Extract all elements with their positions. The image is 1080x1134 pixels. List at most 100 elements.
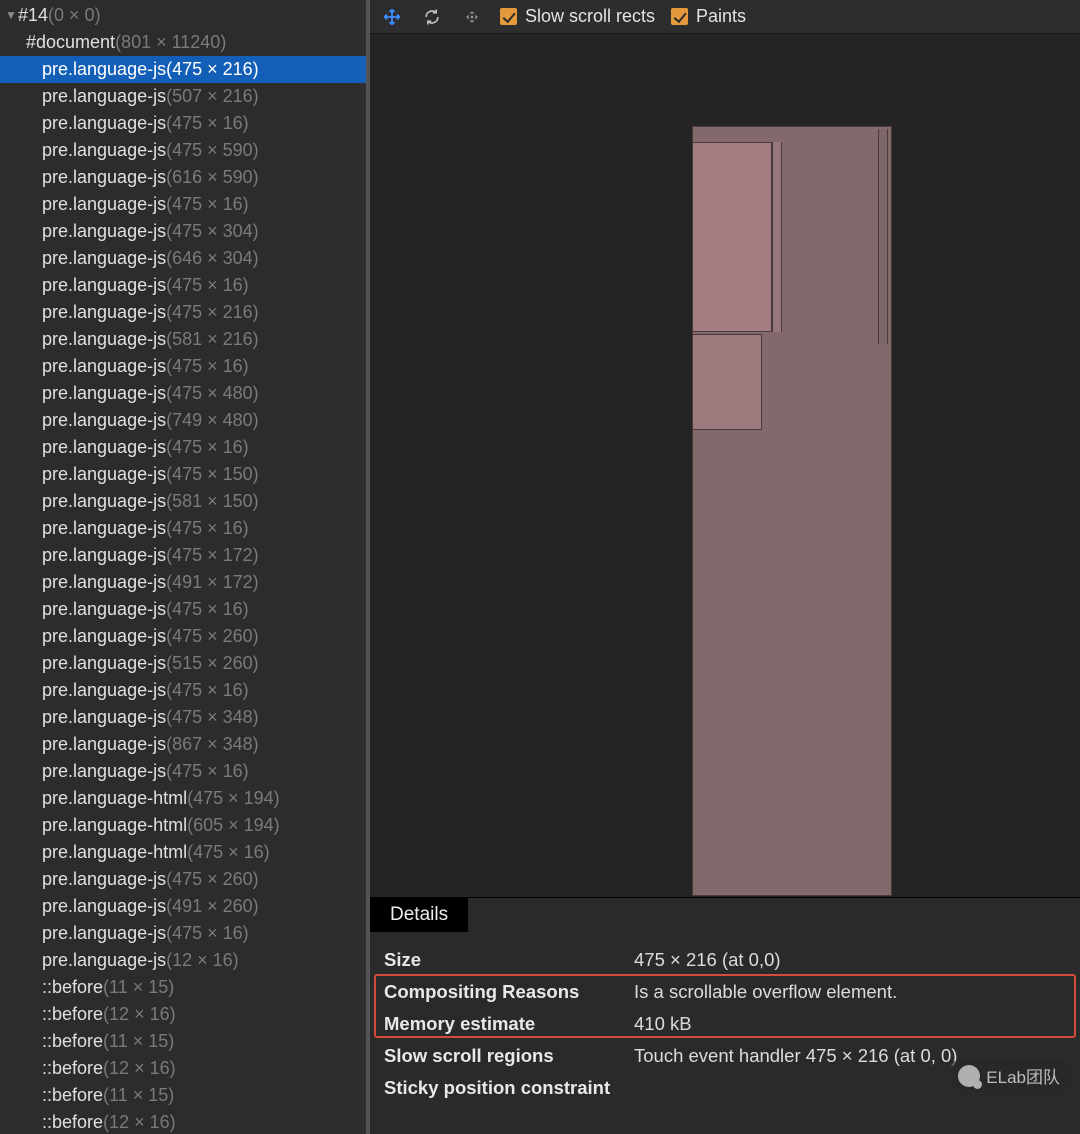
tree-row-dims: (581 × 150) — [166, 488, 259, 515]
layer-rect-sibling[interactable] — [692, 334, 762, 430]
tree-row-dims: (475 × 172) — [166, 542, 259, 569]
tree-row[interactable]: pre.language-js(475 × 216) — [0, 299, 366, 326]
tree-row[interactable]: pre.language-js(475 × 16) — [0, 515, 366, 542]
tree-row[interactable]: pre.language-js(646 × 304) — [0, 245, 366, 272]
tree-row-label: #document — [26, 29, 115, 56]
collapse-arrow-icon[interactable]: ▼ — [4, 2, 18, 29]
tree-row[interactable]: pre.language-js(475 × 260) — [0, 623, 366, 650]
tree-row[interactable]: pre.language-js(491 × 260) — [0, 893, 366, 920]
tree-row[interactable]: pre.language-js(475 × 348) — [0, 704, 366, 731]
tree-row[interactable]: pre.language-js(581 × 150) — [0, 488, 366, 515]
tree-row-label: pre.language-html — [42, 785, 187, 812]
tree-row-dims: (475 × 16) — [166, 920, 249, 947]
tree-row[interactable]: pre.language-js(867 × 348) — [0, 731, 366, 758]
reset-view-button[interactable] — [460, 5, 484, 29]
tree-row[interactable]: ::before(11 × 15) — [0, 1082, 366, 1109]
details-panel: Details Size475 × 216 (at 0,0)Compositin… — [370, 897, 1080, 1134]
tree-row-label: pre.language-js — [42, 920, 166, 947]
tree-row[interactable]: ::before(11 × 15) — [0, 1028, 366, 1055]
tree-row[interactable]: #document(801 × 11240) — [0, 29, 366, 56]
tree-row-dims: (475 × 16) — [166, 434, 249, 461]
tree-row[interactable]: pre.language-js(515 × 260) — [0, 650, 366, 677]
tree-row-dims: (475 × 16) — [166, 515, 249, 542]
tree-row[interactable]: pre.language-js(475 × 260) — [0, 866, 366, 893]
tree-row[interactable]: ::before(12 × 16) — [0, 1109, 366, 1134]
tree-row-label: ::before — [42, 1109, 103, 1134]
tree-row-label: pre.language-js — [42, 191, 166, 218]
pan-tool-button[interactable] — [380, 5, 404, 29]
tree-row[interactable]: pre.language-js(491 × 172) — [0, 569, 366, 596]
tree-row[interactable]: pre.language-js(475 × 16) — [0, 434, 366, 461]
tree-row[interactable]: pre.language-js(475 × 16) — [0, 920, 366, 947]
tree-row[interactable]: pre.language-html(475 × 16) — [0, 839, 366, 866]
tree-row-dims: (867 × 348) — [166, 731, 259, 758]
tree-row[interactable]: pre.language-js(475 × 16) — [0, 272, 366, 299]
tree-row[interactable]: pre.language-js(475 × 172) — [0, 542, 366, 569]
tree-row-label: pre.language-js — [42, 542, 166, 569]
tree-row-label: pre.language-js — [42, 326, 166, 353]
tree-row[interactable]: pre.language-js(475 × 16) — [0, 191, 366, 218]
details-key: Memory estimate — [384, 1013, 634, 1035]
tree-row-dims: (605 × 194) — [187, 812, 280, 839]
tree-row-dims: (11 × 15) — [103, 1082, 174, 1109]
tree-row-dims: (12 × 16) — [166, 947, 239, 974]
tree-row[interactable]: ::before(11 × 15) — [0, 974, 366, 1001]
tree-row-label: pre.language-js — [42, 407, 166, 434]
tree-row-label: pre.language-js — [42, 380, 166, 407]
tree-row-dims: (515 × 260) — [166, 650, 259, 677]
tree-row[interactable]: pre.language-js(12 × 16) — [0, 947, 366, 974]
details-tab[interactable]: Details — [370, 898, 468, 932]
tree-row-label: pre.language-js — [42, 731, 166, 758]
tree-row-dims: (749 × 480) — [166, 407, 259, 434]
tree-row[interactable]: pre.language-js(581 × 216) — [0, 326, 366, 353]
tree-row[interactable]: pre.language-js(475 × 480) — [0, 380, 366, 407]
tree-row-label: pre.language-js — [42, 272, 166, 299]
tree-row[interactable]: pre.language-js(475 × 216) — [0, 56, 366, 83]
slow-scroll-checkbox[interactable] — [500, 8, 517, 25]
tree-scrollbar[interactable] — [360, 0, 366, 1134]
details-value: 475 × 216 (at 0,0) — [634, 949, 1066, 971]
tree-row[interactable]: ::before(12 × 16) — [0, 1001, 366, 1028]
tree-row-dims: (475 × 304) — [166, 218, 259, 245]
layers-canvas[interactable] — [370, 34, 1080, 897]
layer-rect-scrollbar[interactable] — [878, 129, 888, 344]
tree-row-label: #14 — [18, 2, 48, 29]
tree-row[interactable]: pre.language-js(749 × 480) — [0, 407, 366, 434]
tree-row-label: pre.language-js — [42, 353, 166, 380]
tree-row[interactable]: pre.language-js(475 × 16) — [0, 353, 366, 380]
tree-row-dims: (12 × 16) — [103, 1001, 176, 1028]
tree-row-dims: (475 × 16) — [166, 596, 249, 623]
tree-row-root[interactable]: ▼#14(0 × 0) — [0, 2, 366, 29]
layer-rect-selected[interactable] — [692, 142, 772, 332]
tree-row[interactable]: pre.language-js(475 × 590) — [0, 137, 366, 164]
slow-scroll-checkbox-group[interactable]: Slow scroll rects — [500, 6, 655, 27]
tree-row-dims: (646 × 304) — [166, 245, 259, 272]
tree-row-label: pre.language-js — [42, 434, 166, 461]
layer-rect-selected-aux[interactable] — [772, 142, 782, 332]
tree-row-label: pre.language-js — [42, 569, 166, 596]
tree-row[interactable]: pre.language-js(475 × 304) — [0, 218, 366, 245]
tree-row-label: pre.language-js — [42, 461, 166, 488]
tree-row[interactable]: pre.language-js(475 × 150) — [0, 461, 366, 488]
tree-row[interactable]: ::before(12 × 16) — [0, 1055, 366, 1082]
tree-row[interactable]: pre.language-js(475 × 16) — [0, 758, 366, 785]
tree-row-dims: (507 × 216) — [166, 83, 259, 110]
tree-row-dims: (12 × 16) — [103, 1055, 176, 1082]
tree-row[interactable]: pre.language-js(507 × 216) — [0, 83, 366, 110]
tree-row-dims: (11 × 15) — [103, 974, 174, 1001]
tree-row[interactable]: pre.language-js(475 × 16) — [0, 596, 366, 623]
tree-row[interactable]: pre.language-html(475 × 194) — [0, 785, 366, 812]
tree-row-dims: (475 × 16) — [166, 110, 249, 137]
rotate-tool-button[interactable] — [420, 5, 444, 29]
tree-row[interactable]: pre.language-js(475 × 16) — [0, 110, 366, 137]
tree-row-label: pre.language-js — [42, 623, 166, 650]
paints-checkbox-group[interactable]: Paints — [671, 6, 746, 27]
tree-row-dims: (475 × 16) — [166, 758, 249, 785]
tree-row-label: pre.language-js — [42, 758, 166, 785]
tree-row[interactable]: pre.language-js(475 × 16) — [0, 677, 366, 704]
tree-row[interactable]: pre.language-html(605 × 194) — [0, 812, 366, 839]
wechat-icon — [958, 1065, 980, 1087]
paints-checkbox[interactable] — [671, 8, 688, 25]
tree-row[interactable]: pre.language-js(616 × 590) — [0, 164, 366, 191]
tree-row-label: pre.language-js — [42, 893, 166, 920]
